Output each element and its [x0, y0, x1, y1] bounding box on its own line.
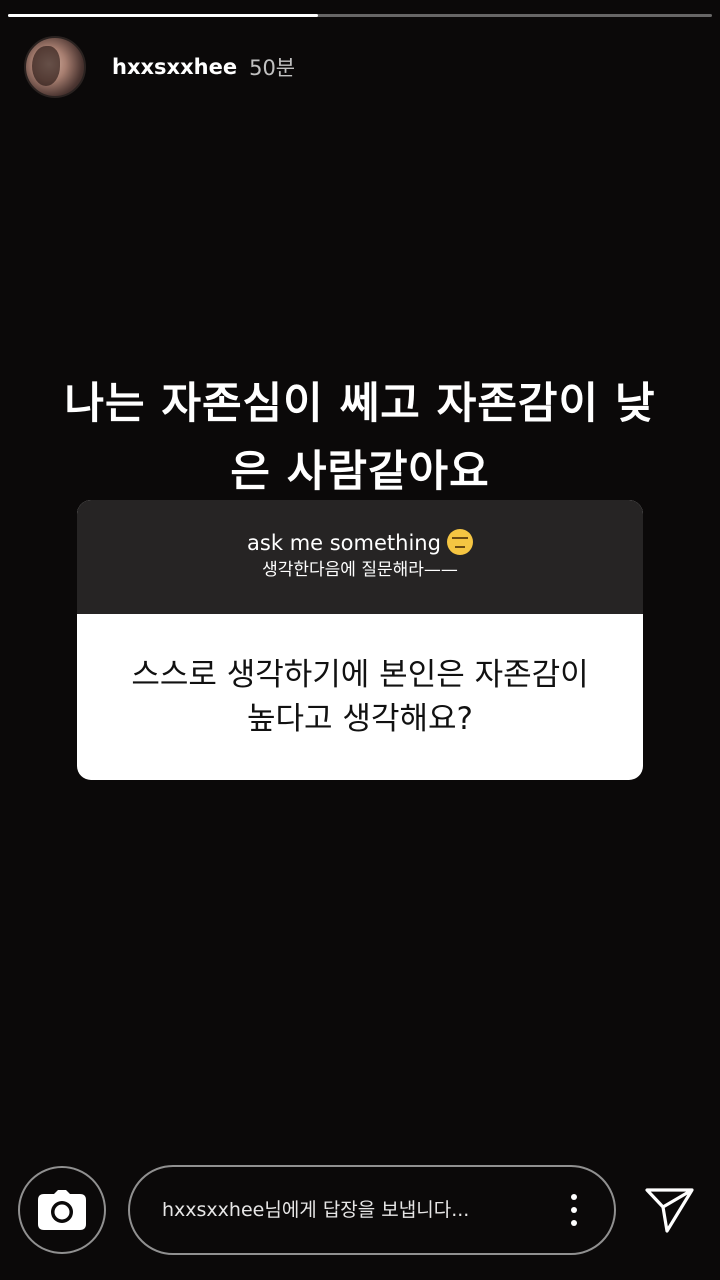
story-progress-fill — [8, 14, 318, 17]
reply-input[interactable] — [160, 1198, 564, 1222]
story-progress-bar — [8, 14, 712, 17]
story-timestamp: 50분 — [249, 56, 296, 80]
question-text-line: 스스로 생각하기에 본인은 자존감이 — [131, 657, 589, 693]
reply-bar — [18, 1163, 702, 1257]
question-text-line: 높다고 생각해요? — [247, 701, 473, 737]
story-header: hxxsxxhee 50분 — [24, 36, 295, 98]
question-sticker-body: 스스로 생각하기에 본인은 자존감이 높다고 생각해요? — [77, 614, 643, 780]
question-sticker-title: ask me something — [247, 531, 441, 555]
question-sticker-title-row: ask me something — [77, 528, 643, 558]
camera-icon — [38, 1190, 86, 1230]
caption-line: 은 사람같아요 — [230, 447, 490, 497]
question-sticker[interactable]: ask me something 생각한다음에 질문해라—— 스스로 생각하기에… — [77, 500, 643, 780]
reply-field[interactable] — [128, 1165, 616, 1255]
avatar[interactable] — [24, 36, 86, 98]
more-vertical-icon — [571, 1194, 577, 1200]
send-icon — [645, 1188, 694, 1233]
caption-line: 나는 자존심이 쎄고 자존감이 낮 — [64, 379, 656, 429]
raised-eyebrow-emoji-icon — [446, 529, 473, 555]
camera-button[interactable] — [18, 1166, 106, 1254]
username[interactable]: hxxsxxhee — [112, 55, 237, 79]
story-viewer[interactable]: hxxsxxhee 50분 나는 자존심이 쎄고 자존감이 낮 은 사람같아요 … — [0, 0, 720, 1280]
question-sticker-subtitle: 생각한다음에 질문해라—— — [262, 560, 458, 580]
more-vertical-icon — [571, 1220, 577, 1226]
more-options-button[interactable] — [564, 1190, 584, 1230]
send-button[interactable] — [642, 1182, 698, 1238]
story-caption: 나는 자존심이 쎄고 자존감이 낮 은 사람같아요 — [30, 370, 690, 506]
question-sticker-header: ask me something 생각한다음에 질문해라—— — [77, 500, 643, 614]
more-vertical-icon — [571, 1207, 577, 1213]
